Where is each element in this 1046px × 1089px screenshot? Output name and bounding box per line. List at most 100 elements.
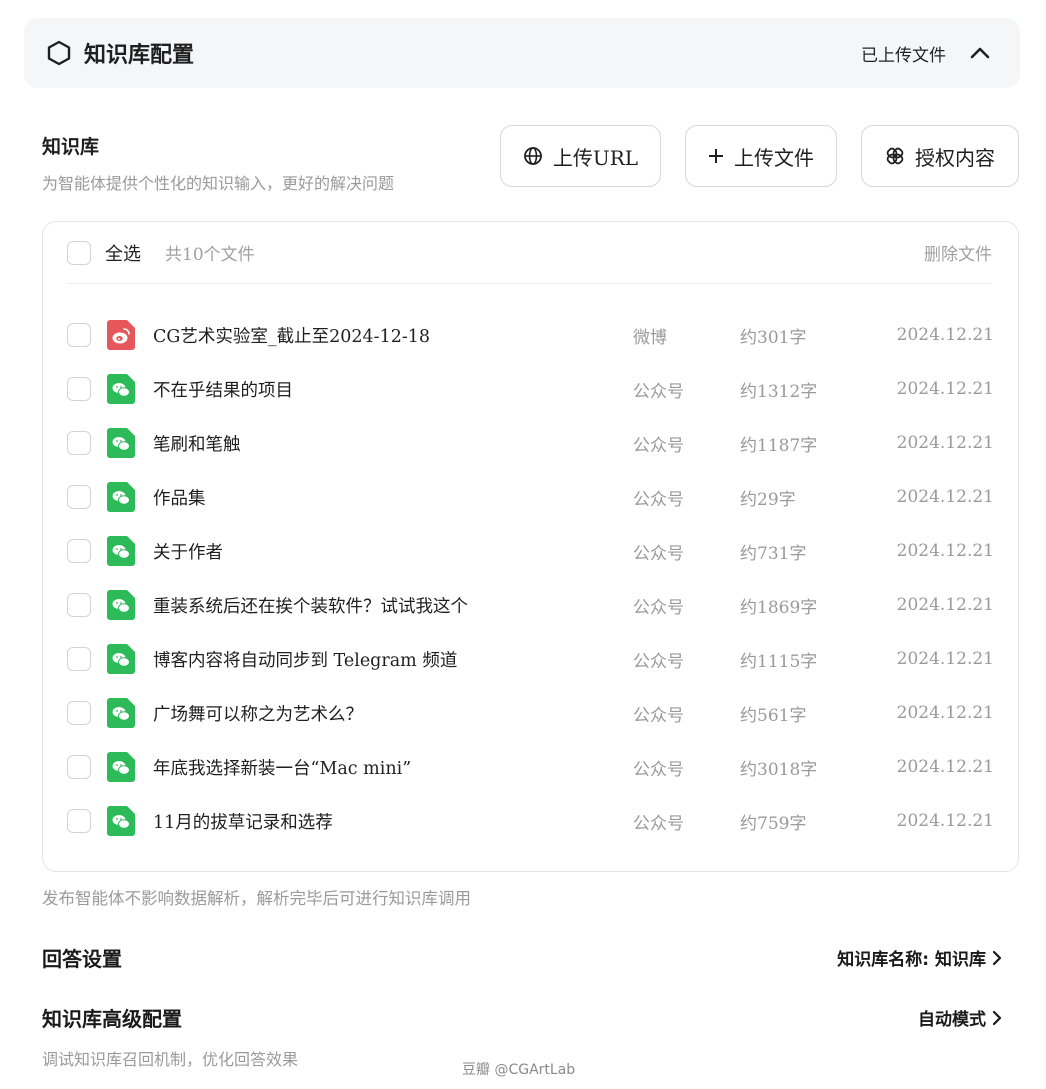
file-source: 公众号 — [633, 435, 684, 456]
file-word-count: 约29字 — [740, 489, 796, 510]
file-date: 2024.12.21 — [896, 325, 994, 345]
wechat-icon — [107, 806, 135, 836]
file-word-count: 约1312字 — [740, 381, 818, 402]
file-checkbox[interactable] — [67, 593, 91, 617]
file-source: 公众号 — [633, 543, 684, 564]
file-checkbox[interactable] — [67, 647, 91, 671]
file-date: 2024.12.21 — [896, 379, 994, 399]
file-date: 2024.12.21 — [896, 541, 994, 561]
chevron-right-icon — [992, 1010, 1002, 1025]
file-source: 公众号 — [633, 597, 684, 618]
file-source: 公众号 — [633, 705, 684, 726]
wechat-icon — [107, 698, 135, 728]
file-name: 11月的拔草记录和选荐 — [153, 812, 333, 833]
file-row[interactable]: 年底我选择新装一台“Mac mini” 公众号 约3018字 2024.12.21 — [67, 740, 994, 794]
wechat-icon — [107, 428, 135, 458]
file-row[interactable]: 11月的拔草记录和选荐 公众号 约759字 2024.12.21 — [67, 794, 994, 848]
plus-icon — [708, 148, 724, 164]
advanced-config-description: 调试知识库召回机制，优化回答效果 — [42, 1050, 299, 1069]
kb-config-title: 知识库配置 — [84, 42, 195, 68]
globe-icon — [523, 146, 543, 166]
kb-config-header[interactable]: 知识库配置 已上传文件 — [24, 18, 1020, 88]
upload-file-label: 上传文件 — [734, 145, 814, 170]
hexagon-icon — [46, 40, 72, 66]
watermark: 豆瓣 @CGArtLab — [462, 1062, 576, 1078]
file-word-count: 约561字 — [740, 705, 807, 726]
file-checkbox[interactable] — [67, 485, 91, 509]
chevron-right-icon — [992, 950, 1002, 965]
link-knot-icon — [885, 146, 905, 166]
file-date: 2024.12.21 — [896, 649, 994, 669]
file-word-count: 约731字 — [740, 543, 807, 564]
wechat-icon — [107, 374, 135, 404]
upload-status: 已上传文件 — [861, 45, 946, 66]
file-row[interactable]: 作品集 公众号 约29字 2024.12.21 — [67, 470, 994, 524]
weibo-icon — [107, 320, 135, 350]
advanced-config-row[interactable]: 知识库高级配置 自动模式 — [42, 1003, 1002, 1032]
file-checkbox[interactable] — [67, 323, 91, 347]
file-checkbox[interactable] — [67, 809, 91, 833]
file-name: CG艺术实验室_截止至2024-12-18 — [153, 326, 431, 347]
file-source: 微博 — [633, 327, 667, 348]
file-name: 博客内容将自动同步到 Telegram 频道 — [153, 650, 458, 671]
file-name: 重装系统后还在挨个装软件？试试我这个 — [153, 596, 468, 617]
select-all-checkbox[interactable] — [67, 240, 91, 265]
file-word-count: 约1187字 — [740, 435, 818, 456]
file-name: 不在乎结果的项目 — [153, 380, 293, 401]
file-checkbox[interactable] — [67, 539, 91, 563]
file-checkbox[interactable] — [67, 431, 91, 455]
file-source: 公众号 — [633, 489, 684, 510]
file-word-count: 约1115字 — [740, 651, 818, 672]
file-source: 公众号 — [633, 381, 684, 402]
delete-files-button[interactable]: 删除文件 — [924, 240, 992, 265]
upload-url-button[interactable]: 上传URL — [500, 125, 661, 187]
file-name: 作品集 — [153, 488, 206, 509]
select-all-label[interactable]: 全选 — [105, 240, 141, 266]
file-source: 公众号 — [633, 759, 684, 780]
file-word-count: 约1869字 — [740, 597, 818, 618]
advanced-config-label: 知识库高级配置 — [42, 1007, 182, 1031]
file-date: 2024.12.21 — [896, 757, 994, 777]
file-word-count: 约301字 — [740, 327, 807, 348]
file-date: 2024.12.21 — [896, 595, 994, 615]
file-name: 年底我选择新装一台“Mac mini” — [153, 758, 412, 779]
mode-value: 自动模式 — [918, 1010, 986, 1030]
file-row[interactable]: 重装系统后还在挨个装软件？试试我这个 公众号 约1869字 2024.12.21 — [67, 578, 994, 632]
mode-link[interactable]: 自动模式 — [918, 1005, 1002, 1030]
kb-name-value: 知识库名称: 知识库 — [837, 950, 986, 970]
file-list-header: 全选 共10个文件 删除文件 — [67, 222, 992, 284]
file-list-card: 全选 共10个文件 删除文件 CG艺术实验室_截止至2024-12-18 微博 约3… — [42, 221, 1019, 872]
kb-name-link[interactable]: 知识库名称: 知识库 — [837, 945, 1002, 970]
file-checkbox[interactable] — [67, 701, 91, 725]
chevron-up-icon[interactable] — [962, 35, 998, 71]
answer-settings-row[interactable]: 回答设置 知识库名称: 知识库 — [42, 943, 1002, 972]
wechat-icon — [107, 536, 135, 566]
file-checkbox[interactable] — [67, 377, 91, 401]
file-date: 2024.12.21 — [896, 811, 994, 831]
authorize-content-button[interactable]: 授权内容 — [861, 125, 1019, 187]
file-source: 公众号 — [633, 813, 684, 834]
wechat-icon — [107, 644, 135, 674]
file-name: 关于作者 — [153, 542, 223, 563]
file-word-count: 约759字 — [740, 813, 807, 834]
file-row[interactable]: 关于作者 公众号 约731字 2024.12.21 — [67, 524, 994, 578]
file-row[interactable]: 不在乎结果的项目 公众号 约1312字 2024.12.21 — [67, 362, 994, 416]
file-row[interactable]: 笔刷和笔触 公众号 约1187字 2024.12.21 — [67, 416, 994, 470]
file-date: 2024.12.21 — [896, 433, 994, 453]
file-row[interactable]: CG艺术实验室_截止至2024-12-18 微博 约301字 2024.12.21 — [67, 308, 994, 362]
page: 知识库配置 已上传文件 知识库 为智能体提供个性化的知识输入，更好的解决问题 上… — [0, 0, 1046, 1089]
wechat-icon — [107, 752, 135, 782]
upload-url-label: 上传URL — [552, 145, 639, 170]
file-word-count: 约3018字 — [740, 759, 818, 780]
file-row[interactable]: 博客内容将自动同步到 Telegram 频道 公众号 约1115字 2024.12.2… — [67, 632, 994, 686]
wechat-icon — [107, 590, 135, 620]
upload-file-button[interactable]: 上传文件 — [685, 125, 837, 187]
file-date: 2024.12.21 — [896, 703, 994, 723]
file-source: 公众号 — [633, 651, 684, 672]
wechat-icon — [107, 482, 135, 512]
file-checkbox[interactable] — [67, 755, 91, 779]
file-name: 笔刷和笔触 — [153, 434, 241, 455]
kb-section-description: 为智能体提供个性化的知识输入，更好的解决问题 — [42, 174, 395, 193]
file-row[interactable]: 广场舞可以称之为艺术么？ 公众号 约561字 2024.12.21 — [67, 686, 994, 740]
publish-note: 发布智能体不影响数据解析，解析完毕后可进行知识库调用 — [42, 889, 471, 908]
